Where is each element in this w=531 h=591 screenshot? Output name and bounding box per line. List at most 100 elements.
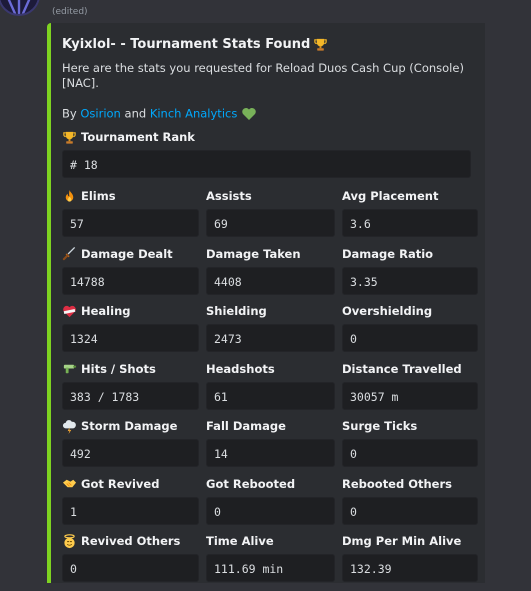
field-label: Headshots [206,361,335,377]
field-value: 492 [62,439,199,467]
stat-field-damage-taken: Damage Taken 4408 [206,246,335,304]
field-label-text: Time Alive [206,534,274,548]
field-label: Distance Travelled [342,361,478,377]
stat-field-damage-dealt: Damage Dealt 14788 [62,246,199,304]
field-value: 61 [206,381,335,410]
stat-field-assists: Assists 69 [206,188,335,246]
stat-field-got-rebooted: Got Rebooted 0 [206,476,335,534]
stats-grid: Elims 57 Assists 69 Avg Placement 3.6 Damage D… [62,188,478,591]
field-label: Rebooted Others [342,476,478,492]
field-value: 14 [206,439,335,467]
field-value: 0 [342,496,478,525]
bot-avatar[interactable] [0,0,40,16]
field-value: 0 [62,554,199,582]
field-label: Healing [62,303,199,319]
field-label-text: Damage Dealt [81,246,173,261]
field-label-text: Tournament Rank [81,130,195,144]
green-heart-icon [242,108,256,120]
field-label: Assists [206,188,335,204]
fire-icon [65,189,74,202]
field-label-text: Rebooted Others [342,476,452,491]
field-label-text: Distance Travelled [342,361,462,376]
field-value: # 18 [62,150,471,178]
field-value: 69 [206,209,335,237]
storm-cloud-icon [62,419,76,434]
stat-field-avg-placement: Avg Placement 3.6 [342,188,478,246]
tournament-rank-field: Tournament Rank # 18 [62,129,471,178]
stat-field-time-alive: Time Alive 111.69 min [206,533,335,591]
osirion-link[interactable]: Osirion [80,107,121,121]
field-label: Damage Taken [206,246,335,262]
field-label: Shielding [206,303,335,319]
stat-field-fall-damage: Fall Damage 14 [206,418,335,476]
field-label: Damage Ratio [342,246,478,262]
byline-and: and [124,106,147,121]
stat-field-revived-others: Revived Others 0 [62,533,199,591]
field-label: Damage Dealt [62,246,199,262]
field-label-text: Got Revived [81,476,160,491]
stat-field-storm-damage: Storm Damage 492 [62,418,199,476]
field-label: Revived Others [62,533,199,549]
stat-field-surge-ticks: Surge Ticks 0 [342,418,478,476]
embed-title: Kyixlol- - Tournament Stats Found [62,37,471,52]
byline-prefix: By [62,106,77,121]
field-label-text: Shielding [206,304,267,318]
stat-field-healing: Healing 1324 [62,303,199,361]
field-label-text: Hits / Shots [81,361,156,376]
trophy-icon [314,38,328,51]
field-value: 0 [342,439,478,467]
field-label: Avg Placement [342,188,478,204]
embed-byline: By Osirion and Kinch Analytics [62,106,471,122]
field-label: Storm Damage [62,418,199,434]
stat-field-headshots: Headshots 61 [206,361,335,419]
field-value: 1324 [62,324,199,352]
field-value: 57 [62,209,199,237]
field-label-text: Elims [81,189,116,203]
field-label-text: Headshots [206,361,275,376]
trophy-icon [63,131,76,144]
stat-field-rebooted-others: Rebooted Others 0 [342,476,478,534]
field-label-text: Fall Damage [206,419,286,433]
edited-label: (edited) [52,7,88,17]
stat-field-distance-travelled: Distance Travelled 30057 m [342,361,478,419]
field-label-text: Overshielding [342,304,433,318]
field-value: 2473 [206,324,335,352]
field-value: 4408 [206,266,335,295]
field-label-text: Healing [81,304,131,318]
stat-field-dmg-per-min-alive: Dmg Per Min Alive 132.39 [342,533,478,591]
field-label: Overshielding [342,303,478,319]
field-value: 3.6 [342,209,478,237]
field-value: 0 [342,324,478,352]
field-value: 0 [206,496,335,525]
field-value: 132.39 [342,554,478,582]
stat-field-overshielding: Overshielding 0 [342,303,478,361]
field-value: 14788 [62,266,199,295]
field-label-text: Revived Others [81,534,181,548]
handshake-icon [62,479,77,488]
field-value: 383 / 1783 [62,381,199,410]
field-label-text: Storm Damage [81,419,178,433]
field-label: Got Rebooted [206,476,335,492]
field-label: Got Revived [62,476,199,492]
angel-face-icon [64,533,75,548]
field-label-text: Assists [206,189,252,203]
field-label: Surge Ticks [342,418,478,434]
stat-field-hits-shots: Hits / Shots 383 / 1783 [62,361,199,419]
water-pistol-icon [63,364,77,374]
stat-field-got-revived: Got Revived 1 [62,476,199,534]
field-value: 1 [62,496,199,525]
stat-field-shielding: Shielding 2473 [206,303,335,361]
field-label-text: Damage Taken [206,246,301,261]
field-value: 30057 m [342,381,478,410]
dagger-icon [62,246,76,261]
stat-field-elims: Elims 57 [62,188,199,246]
embed-description: Here are the stats you requested for Rel… [62,61,464,90]
kinch-analytics-link[interactable]: Kinch Analytics [150,107,238,121]
field-label-text: Dmg Per Min Alive [342,534,462,548]
mending-heart-icon [63,305,76,317]
field-value: 111.69 min [206,554,335,582]
field-label: Tournament Rank [62,129,471,145]
field-label: Time Alive [206,533,335,549]
field-label-text: Got Rebooted [206,476,296,491]
field-label: Elims [62,188,199,204]
